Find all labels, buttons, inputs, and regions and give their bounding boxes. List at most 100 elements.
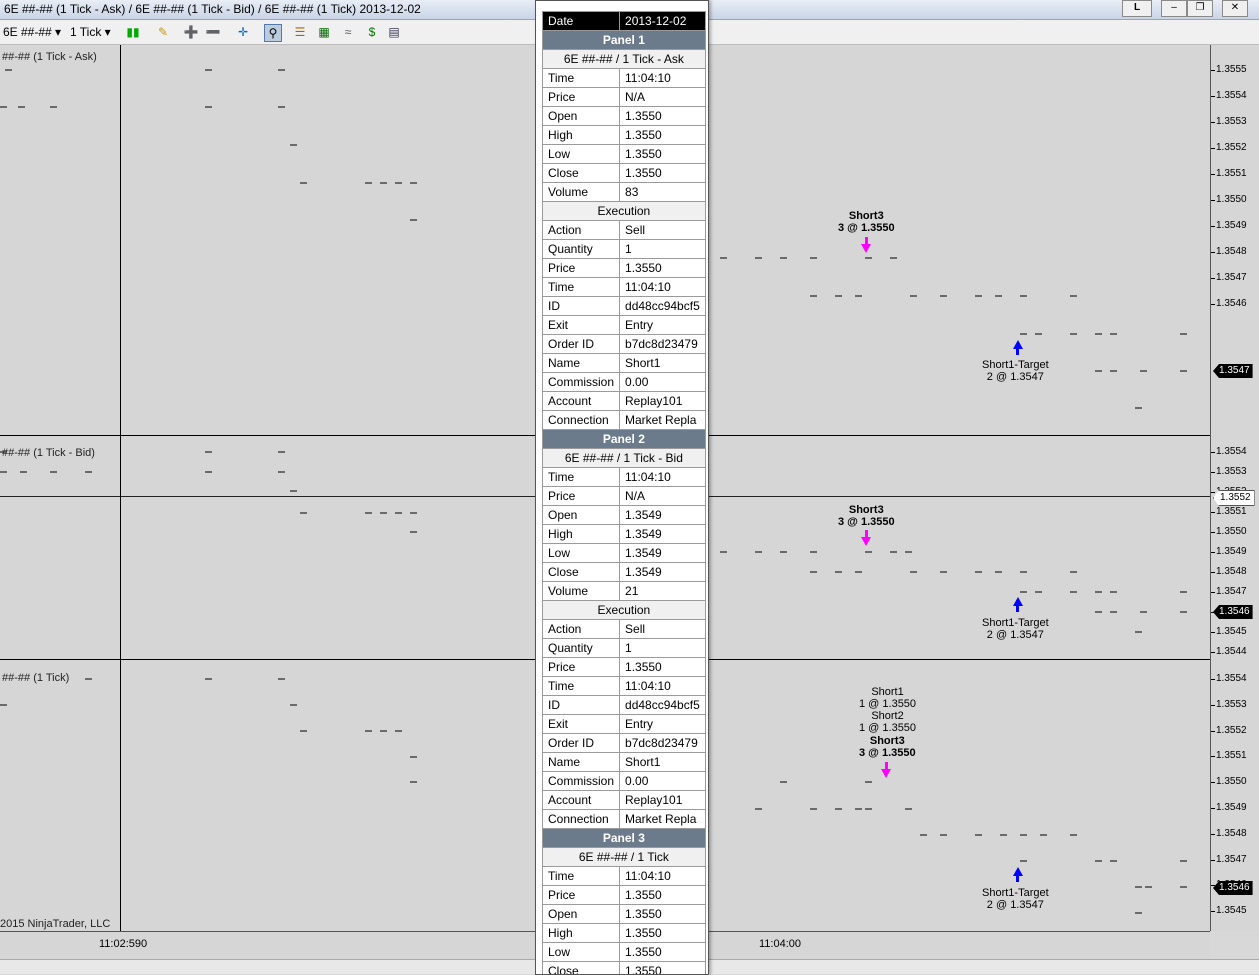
field-value: 1.3550 xyxy=(620,107,706,126)
bar-row: Low1.3549 xyxy=(543,544,706,563)
bar-row: Time11:04:10 xyxy=(543,468,706,487)
time-label: 11:02:590 xyxy=(99,938,147,950)
execution-row: Commission0.00 xyxy=(543,373,706,392)
field-key: Connection xyxy=(543,810,620,829)
sell-arrow-icon[interactable] xyxy=(881,769,891,778)
execution-label: Short1-Target2 @ 1.3547 xyxy=(982,359,1049,383)
field-key: Price xyxy=(543,886,620,905)
execution-row: ActionSell xyxy=(543,620,706,639)
field-value: Sell xyxy=(620,221,706,240)
execution-row: Quantity1 xyxy=(543,639,706,658)
data-box-icon[interactable]: ⚲ xyxy=(264,24,282,42)
field-value: 1.3550 xyxy=(620,164,706,183)
strategies-icon[interactable]: ▦ xyxy=(316,24,332,40)
bar-row: High1.3549 xyxy=(543,525,706,544)
execution-row: IDdd48cc94bcf5 xyxy=(543,696,706,715)
execution-row: Time11:04:10 xyxy=(543,677,706,696)
field-key: Exit xyxy=(543,715,620,734)
execution-row: Time11:04:10 xyxy=(543,278,706,297)
data-box-window[interactable]: Date 2013-12-02 Panel 16E ##-## / 1 Tick… xyxy=(535,0,709,975)
chart-style-icon[interactable]: ▮▮ xyxy=(125,24,141,40)
panel3-last-price: 1.3546 xyxy=(1213,881,1253,895)
field-value: N/A xyxy=(620,88,706,107)
price-tick-label: 1.3550 xyxy=(1216,526,1247,537)
execution-header: Execution xyxy=(543,601,706,620)
execution-row: Order IDb7dc8d23479 xyxy=(543,335,706,354)
bar-row: Low1.3550 xyxy=(543,943,706,962)
field-key: ID xyxy=(543,696,620,715)
field-key: Name xyxy=(543,753,620,772)
sell-arrow-icon[interactable] xyxy=(861,537,871,546)
price-tick-label: 1.3550 xyxy=(1216,776,1247,787)
field-key: Action xyxy=(543,221,620,240)
panel2-last-price: 1.3546 xyxy=(1213,605,1253,619)
chart-trader-icon[interactable]: ≈ xyxy=(340,24,356,40)
indicators-icon[interactable]: ☰ xyxy=(292,24,308,40)
restore-icon[interactable]: ❐ xyxy=(1187,0,1213,17)
execution-row: IDdd48cc94bcf5 xyxy=(543,297,706,316)
field-value: Replay101 xyxy=(620,791,706,810)
field-value: 1.3550 xyxy=(620,259,706,278)
price-tick-label: 1.3547 xyxy=(1216,854,1247,865)
interval-selector[interactable]: 1 Tick ▾ xyxy=(70,23,111,41)
close-icon[interactable]: ✕ xyxy=(1222,0,1248,17)
zoom-out-icon[interactable]: ➖ xyxy=(205,24,221,40)
panel-title: Panel 2 xyxy=(543,430,706,449)
price-tick-label: 1.3550 xyxy=(1216,194,1247,205)
price-tick-label: 1.3551 xyxy=(1216,168,1247,179)
instrument-selector[interactable]: 6E ##-## ▾ xyxy=(3,23,61,41)
execution-row: AccountReplay101 xyxy=(543,791,706,810)
dollar-icon[interactable]: $ xyxy=(364,24,380,40)
field-key: Close xyxy=(543,563,620,582)
price-tick-label: 1.3553 xyxy=(1216,466,1247,477)
price-tick-label: 1.3546 xyxy=(1216,298,1247,309)
crosshair-icon[interactable]: ✛ xyxy=(235,24,251,40)
price-tick-label: 1.3549 xyxy=(1216,802,1247,813)
window-title: 6E ##-## (1 Tick - Ask) / 6E ##-## (1 Ti… xyxy=(4,2,421,16)
price-tick-label: 1.3549 xyxy=(1216,220,1247,231)
bar-row: Volume21 xyxy=(543,582,706,601)
field-value: 0.00 xyxy=(620,373,706,392)
buy-arrow-shaft xyxy=(1016,875,1019,882)
minimize-icon[interactable]: – xyxy=(1161,0,1187,17)
field-key: Exit xyxy=(543,316,620,335)
execution-name: Short1-Target xyxy=(982,887,1049,899)
field-value: dd48cc94bcf5 xyxy=(620,297,706,316)
field-key: Low xyxy=(543,145,620,164)
execution-row: ConnectionMarket Repla xyxy=(543,411,706,430)
field-key: Time xyxy=(543,278,620,297)
field-value: Entry xyxy=(620,316,706,335)
field-value: Short1 xyxy=(620,753,706,772)
execution-title: Execution xyxy=(543,202,706,221)
drawing-tool-icon[interactable]: ✎ xyxy=(155,24,171,40)
bar-row: PriceN/A xyxy=(543,88,706,107)
field-value: 11:04:10 xyxy=(620,69,706,88)
field-value: 11:04:10 xyxy=(620,677,706,696)
sell-arrow-icon[interactable] xyxy=(861,244,871,253)
execution-qty: 3 @ 1.3550 xyxy=(859,747,916,759)
bar-row: High1.3550 xyxy=(543,126,706,145)
field-value: 1.3549 xyxy=(620,544,706,563)
price-tick-label: 1.3548 xyxy=(1216,246,1247,257)
execution-row: ConnectionMarket Repla xyxy=(543,810,706,829)
series-header: 6E ##-## / 1 Tick - Bid xyxy=(543,449,706,468)
field-key: High xyxy=(543,525,620,544)
field-key: Low xyxy=(543,943,620,962)
execution-label: Short11 @ 1.3550 xyxy=(859,686,916,710)
panel2-marker-price: 1.3552 xyxy=(1213,490,1255,506)
price-tick-label: 1.3547 xyxy=(1216,272,1247,283)
execution-name: Short3 xyxy=(849,504,884,516)
price-tick-label: 1.3551 xyxy=(1216,506,1247,517)
execution-qty: 1 @ 1.3550 xyxy=(859,722,916,734)
zoom-in-icon[interactable]: ➕ xyxy=(183,24,199,40)
properties-icon[interactable]: ▤ xyxy=(386,24,402,40)
field-value: 0.00 xyxy=(620,772,706,791)
execution-qty: 2 @ 1.3547 xyxy=(987,629,1044,641)
panel1-last-price: 1.3547 xyxy=(1213,364,1253,378)
execution-name: Short3 xyxy=(849,210,884,222)
price-tick-label: 1.3555 xyxy=(1216,64,1247,75)
link-button[interactable]: L xyxy=(1122,0,1152,17)
price-tick-label: 1.3548 xyxy=(1216,828,1247,839)
execution-name: Short1-Target xyxy=(982,359,1049,371)
series-header: 6E ##-## / 1 Tick - Ask xyxy=(543,50,706,69)
